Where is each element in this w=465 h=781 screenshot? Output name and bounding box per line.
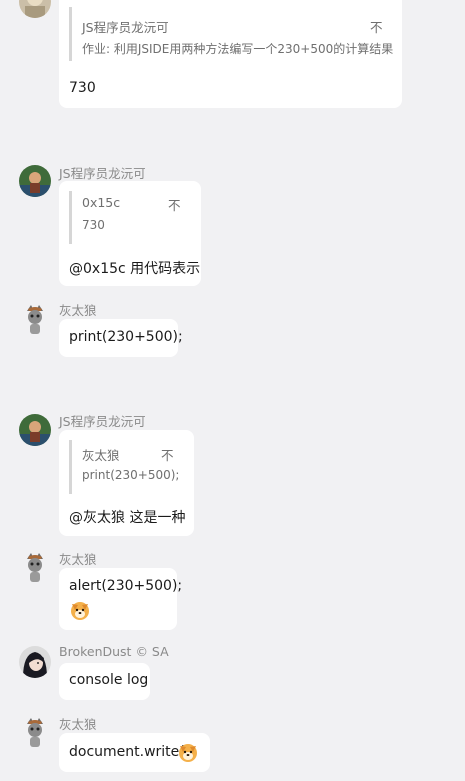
message-text: @灰太狼 这是一种 [69, 510, 186, 526]
reply-quote[interactable]: JS程序员龙沅可 不 作业: 利用JSIDE用两种方法编写一个230+500的计… [69, 7, 393, 61]
reply-quote[interactable]: 0x15c 不 730 [69, 191, 191, 244]
sender-name[interactable]: 灰太狼 [59, 300, 97, 319]
sender-name-text: BrokenDust [59, 644, 132, 659]
message-text: alert(230+500); [69, 578, 183, 594]
message-bubble[interactable]: JS程序员龙沅可 不 作业: 利用JSIDE用两种方法编写一个230+500的计… [59, 0, 402, 108]
sender-name[interactable]: 灰太狼 [59, 549, 97, 568]
quote-text: print(230+500); [82, 468, 180, 482]
avatar[interactable] [19, 165, 51, 197]
avatar[interactable] [19, 716, 51, 748]
message-bubble[interactable]: 灰太狼 不 print(230+500); @灰太狼 这是一种 [59, 430, 194, 536]
quote-sender: 0x15c [82, 195, 121, 210]
avatar[interactable] [19, 414, 51, 446]
avatar[interactable] [19, 0, 51, 18]
quote-text: 作业: 利用JSIDE用两种方法编写一个230+500的计算结果 [82, 42, 394, 56]
quote-flag: 不 [161, 448, 174, 463]
dog-face-emoji [69, 599, 91, 625]
sender-name[interactable]: 灰太狼 [59, 714, 97, 733]
sender-name[interactable]: JS程序员龙沅可 [59, 163, 146, 182]
avatar[interactable] [19, 646, 51, 678]
dog-face-emoji [177, 741, 199, 767]
avatar[interactable] [19, 303, 51, 335]
quote-text: 730 [82, 218, 105, 232]
message-text: print(230+500); [69, 329, 183, 345]
message-bubble[interactable]: print(230+500); [59, 319, 183, 357]
sender-name[interactable]: BrokenDust © SA [59, 644, 169, 659]
quote-flag: 不 [168, 198, 181, 213]
message-text: document.write() [69, 744, 191, 760]
avatar[interactable] [19, 551, 51, 583]
message-text: @0x15c 用代码表示 [69, 261, 201, 277]
message-bubble[interactable]: alert(230+500); [59, 568, 182, 630]
sender-badge: © SA [135, 644, 169, 659]
message-bubble[interactable]: document.write() [59, 733, 210, 772]
quote-sender: 灰太狼 [82, 448, 120, 463]
message-bubble[interactable]: console log [59, 663, 150, 700]
message-text: console log [69, 672, 149, 688]
reply-quote[interactable]: 灰太狼 不 print(230+500); [69, 440, 185, 494]
quote-sender: JS程序员龙沅可 [82, 20, 169, 35]
quote-flag: 不 [370, 20, 383, 35]
message-text: 730 [69, 80, 96, 96]
message-bubble[interactable]: 0x15c 不 730 @0x15c 用代码表示 [59, 181, 201, 286]
sender-name[interactable]: JS程序员龙沅可 [59, 411, 146, 430]
